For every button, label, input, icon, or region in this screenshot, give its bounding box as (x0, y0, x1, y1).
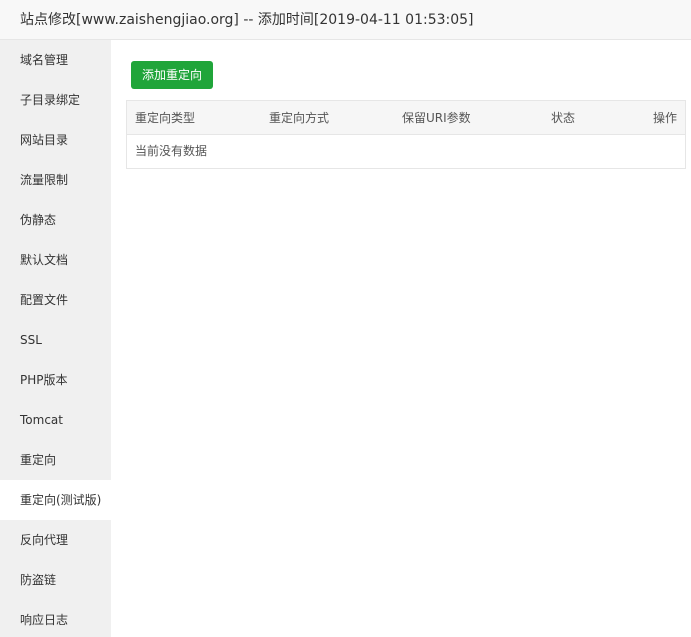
sidebar-item-hotlink-protection[interactable]: 防盗链 (0, 560, 111, 600)
column-header-keep-uri-params: 保留URI参数 (402, 111, 471, 125)
sidebar-item-subdirectory-binding[interactable]: 子目录绑定 (0, 80, 111, 120)
column-header-status: 状态 (551, 111, 576, 125)
sidebar-item-php-version[interactable]: PHP版本 (0, 360, 111, 400)
sidebar-item-reverse-proxy[interactable]: 反向代理 (0, 520, 111, 560)
redirect-table: 重定向类型 重定向方式 保留URI参数 状态 操作 当前没有数据 (126, 100, 686, 169)
sidebar-item-rewrite[interactable]: 伪静态 (0, 200, 111, 240)
sidebar: 域名管理 子目录绑定 网站目录 流量限制 伪静态 默认文档 配置文件 SSL P… (0, 40, 111, 637)
sidebar-item-site-directory[interactable]: 网站目录 (0, 120, 111, 160)
table-header: 重定向类型 重定向方式 保留URI参数 状态 操作 (127, 101, 685, 135)
sidebar-item-redirect-beta[interactable]: 重定向(测试版) (0, 480, 111, 520)
sidebar-item-ssl[interactable]: SSL (0, 320, 111, 360)
sidebar-item-default-document[interactable]: 默认文档 (0, 240, 111, 280)
column-header-redirect-type: 重定向类型 (135, 111, 196, 125)
dialog-title: 站点修改[www.zaishengjiao.org] -- 添加时间[2019-… (0, 0, 691, 40)
sidebar-item-redirect[interactable]: 重定向 (0, 440, 111, 480)
site-settings-dialog: 站点修改[www.zaishengjiao.org] -- 添加时间[2019-… (0, 0, 691, 637)
table-empty-row: 当前没有数据 (135, 144, 208, 158)
sidebar-item-tomcat[interactable]: Tomcat (0, 400, 111, 440)
add-redirect-button[interactable]: 添加重定向 (131, 61, 213, 89)
sidebar-item-config-file[interactable]: 配置文件 (0, 280, 111, 320)
column-header-redirect-method: 重定向方式 (269, 111, 330, 125)
column-header-actions: 操作 (652, 111, 677, 125)
sidebar-item-domain[interactable]: 域名管理 (0, 40, 111, 80)
sidebar-item-traffic-limit[interactable]: 流量限制 (0, 160, 111, 200)
main-content: 添加重定向 重定向类型 重定向方式 保留URI参数 状态 操作 当前没有数据 (111, 40, 691, 637)
sidebar-item-response-log[interactable]: 响应日志 (0, 600, 111, 637)
